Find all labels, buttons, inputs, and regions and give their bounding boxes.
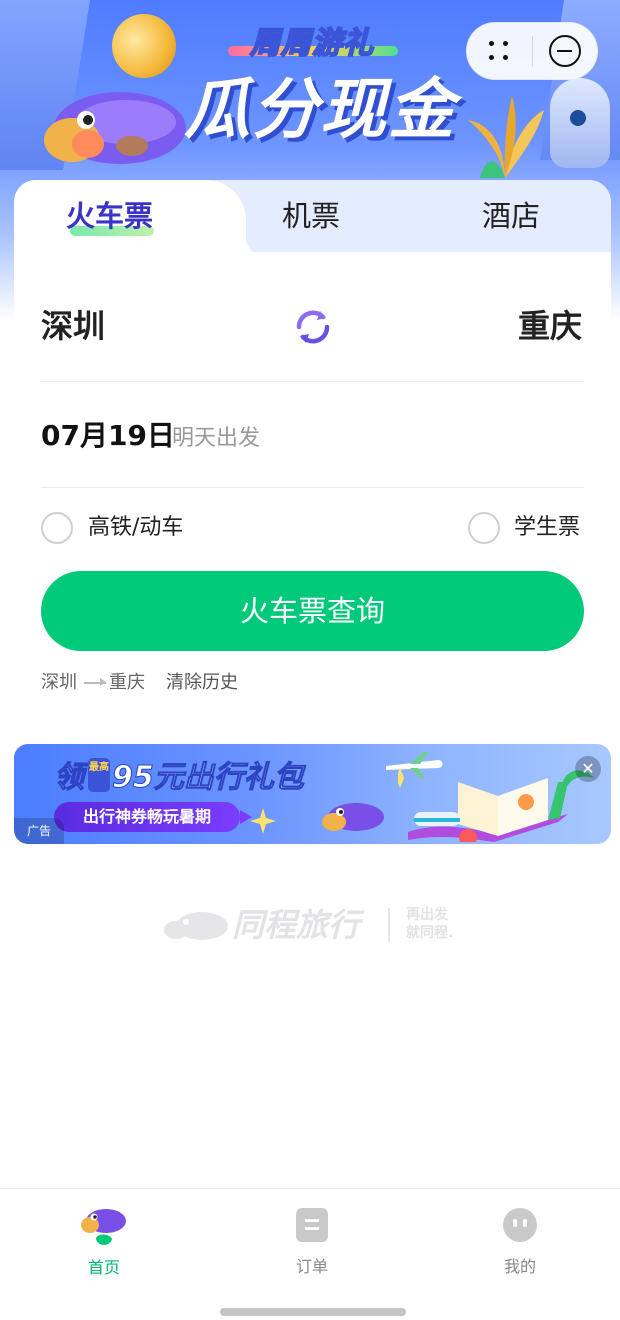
student-ticket-radio[interactable] [468, 512, 500, 544]
brand-name: 同程旅行 [232, 906, 361, 944]
nav-orders[interactable]: 订单 [252, 1205, 372, 1278]
order-icon [292, 1208, 332, 1248]
hero-title: 瓜分现金 [184, 71, 456, 148]
student-ticket-label[interactable]: 学生票 [514, 512, 580, 544]
brand-divider [388, 908, 390, 942]
ad-label: 广告 [14, 818, 64, 844]
close-miniprogram-button[interactable] [533, 22, 598, 80]
ad-title-prefix: 领 [54, 760, 85, 796]
divider [41, 487, 584, 488]
vase-decoration [550, 78, 610, 168]
history-from[interactable]: 深圳 [41, 670, 77, 696]
departure-date[interactable]: 07月19日 [41, 416, 175, 456]
sparkle-icon [250, 808, 276, 834]
arrival-city[interactable]: 重庆 [518, 304, 582, 348]
brand-slogan: 再出发 就同程. [406, 906, 453, 942]
brand-slogan-line1: 再出发 [406, 907, 448, 923]
date-hint: 明天出发 [172, 426, 261, 451]
brand-fish-logo-icon [164, 912, 228, 940]
history-arrow-icon [84, 678, 106, 686]
history-to[interactable]: 重庆 [109, 670, 145, 696]
nav-orders-label: 订单 [295, 1257, 328, 1276]
promo-ad-banner[interactable]: 领 95元出行礼包 最高 出行神券畅玩暑期 ✕ 广告 [14, 744, 611, 844]
ad-subtitle: 出行神券畅玩暑期 [54, 802, 252, 832]
bottom-navigation: 首页 订单 我的 [0, 1188, 620, 1320]
ad-max-tag: 最高 [88, 758, 110, 792]
booking-card: 火车票 机票 酒店 深圳 重庆 07月19日 明天出发 高铁/动车 学生票 火车… [14, 180, 611, 720]
more-dots-icon [487, 39, 511, 63]
hero-subtitle: 周周游礼 [249, 25, 374, 62]
more-button[interactable] [467, 22, 532, 80]
tab-flight[interactable]: 机票 [282, 196, 340, 236]
clear-history-link[interactable]: 清除历史 [166, 670, 238, 696]
nav-profile[interactable]: 我的 [460, 1205, 580, 1278]
departure-city[interactable]: 深圳 [41, 304, 105, 348]
divider [41, 381, 584, 382]
nav-home[interactable]: 首页 [44, 1205, 164, 1279]
nav-profile-label: 我的 [503, 1257, 536, 1276]
brand-slogan-line2: 就同程. [406, 925, 454, 941]
nav-home-label: 首页 [87, 1258, 120, 1277]
miniprogram-capsule [466, 22, 598, 80]
exit-circle-icon [548, 35, 581, 67]
train-search-button[interactable]: 火车票查询 [41, 571, 584, 651]
highspeed-radio[interactable] [41, 512, 73, 544]
close-ad-button[interactable]: ✕ [575, 756, 601, 782]
travel-book-illustration [398, 768, 594, 842]
home-mascot-icon [81, 1209, 126, 1245]
highspeed-label[interactable]: 高铁/动车 [88, 512, 183, 544]
mascot-fish-icon [322, 803, 384, 831]
ad-title-main: 95元出行礼包 [112, 760, 305, 796]
tab-hotel[interactable]: 酒店 [482, 196, 540, 236]
brand-watermark: 同程旅行 再出发 就同程. [162, 900, 482, 950]
profile-icon [500, 1208, 540, 1248]
swap-cities-icon[interactable] [290, 304, 336, 350]
tab-train[interactable]: 火车票 [66, 196, 153, 236]
home-indicator [220, 1308, 406, 1316]
